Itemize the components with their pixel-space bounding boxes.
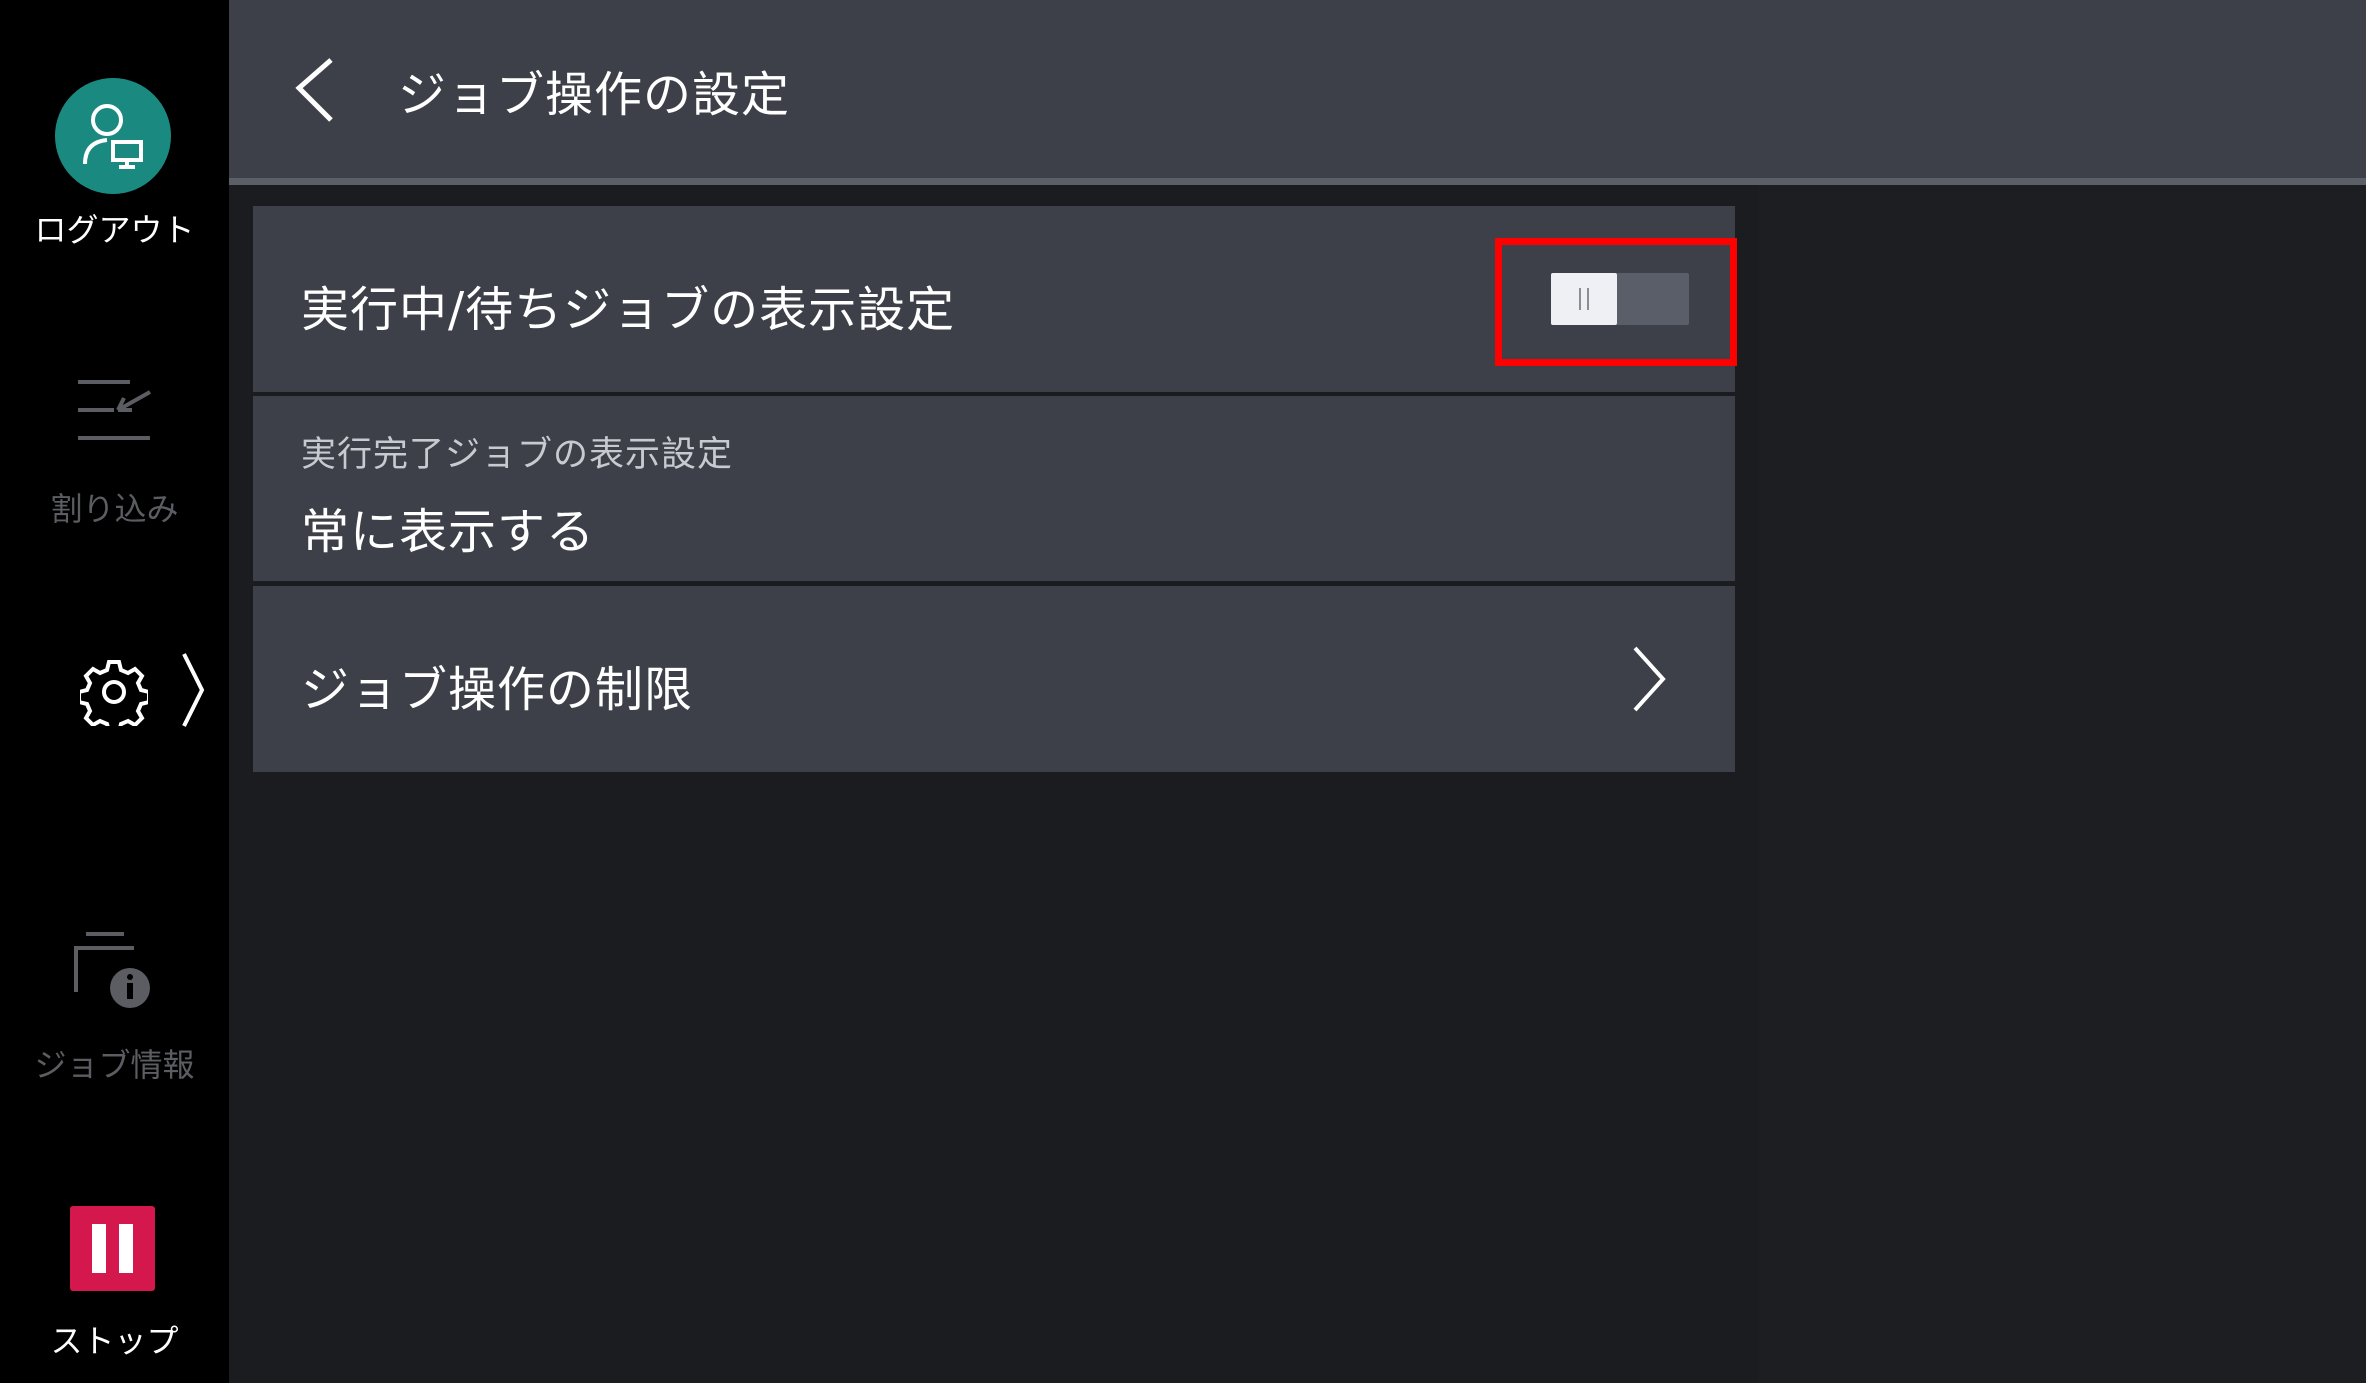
interrupt-button[interactable]: 割り込み xyxy=(0,378,229,528)
stop-label: ストップ xyxy=(50,1322,179,1360)
row-title: ジョブ操作の制限 xyxy=(301,662,694,718)
stop-button[interactable] xyxy=(70,1206,155,1291)
row-subtitle: 実行完了ジョブの表示設定 xyxy=(301,435,734,475)
list-item-job-operation-restriction[interactable]: ジョブ操作の制限 xyxy=(253,586,1735,772)
back-button[interactable] xyxy=(285,48,345,128)
highlight-box xyxy=(1495,238,1737,366)
job-info-label: ジョブ情報 xyxy=(34,1046,195,1084)
logout-button[interactable] xyxy=(55,78,171,194)
header-divider xyxy=(229,178,2366,185)
interrupt-icon xyxy=(78,380,151,440)
left-sidebar: ログアウト 割り込み ジョブ情報 ストップ xyxy=(0,0,229,1383)
list-item-completed-jobs-display[interactable]: 実行完了ジョブの表示設定 常に表示する xyxy=(253,396,1735,581)
right-panel xyxy=(1759,185,2366,1383)
pause-icon-bar-left xyxy=(92,1224,106,1273)
pause-icon-bar-right xyxy=(119,1224,133,1273)
chevron-right-icon xyxy=(1633,646,1666,712)
interrupt-label: 割り込み xyxy=(50,490,179,528)
device-settings-button[interactable] xyxy=(0,650,229,730)
job-info-icon xyxy=(74,932,150,1008)
chevron-right-icon xyxy=(182,653,205,727)
logout-label: ログアウト xyxy=(34,211,195,249)
gear-icon xyxy=(80,660,148,726)
job-info-button[interactable]: ジョブ情報 xyxy=(0,930,229,1084)
chevron-left-icon xyxy=(295,58,333,122)
page-title: ジョブ操作の設定 xyxy=(398,67,791,123)
user-monitor-icon xyxy=(83,104,143,169)
row-title: 実行中/待ちジョブの表示設定 xyxy=(301,282,956,338)
row-value: 常に表示する xyxy=(301,504,596,560)
